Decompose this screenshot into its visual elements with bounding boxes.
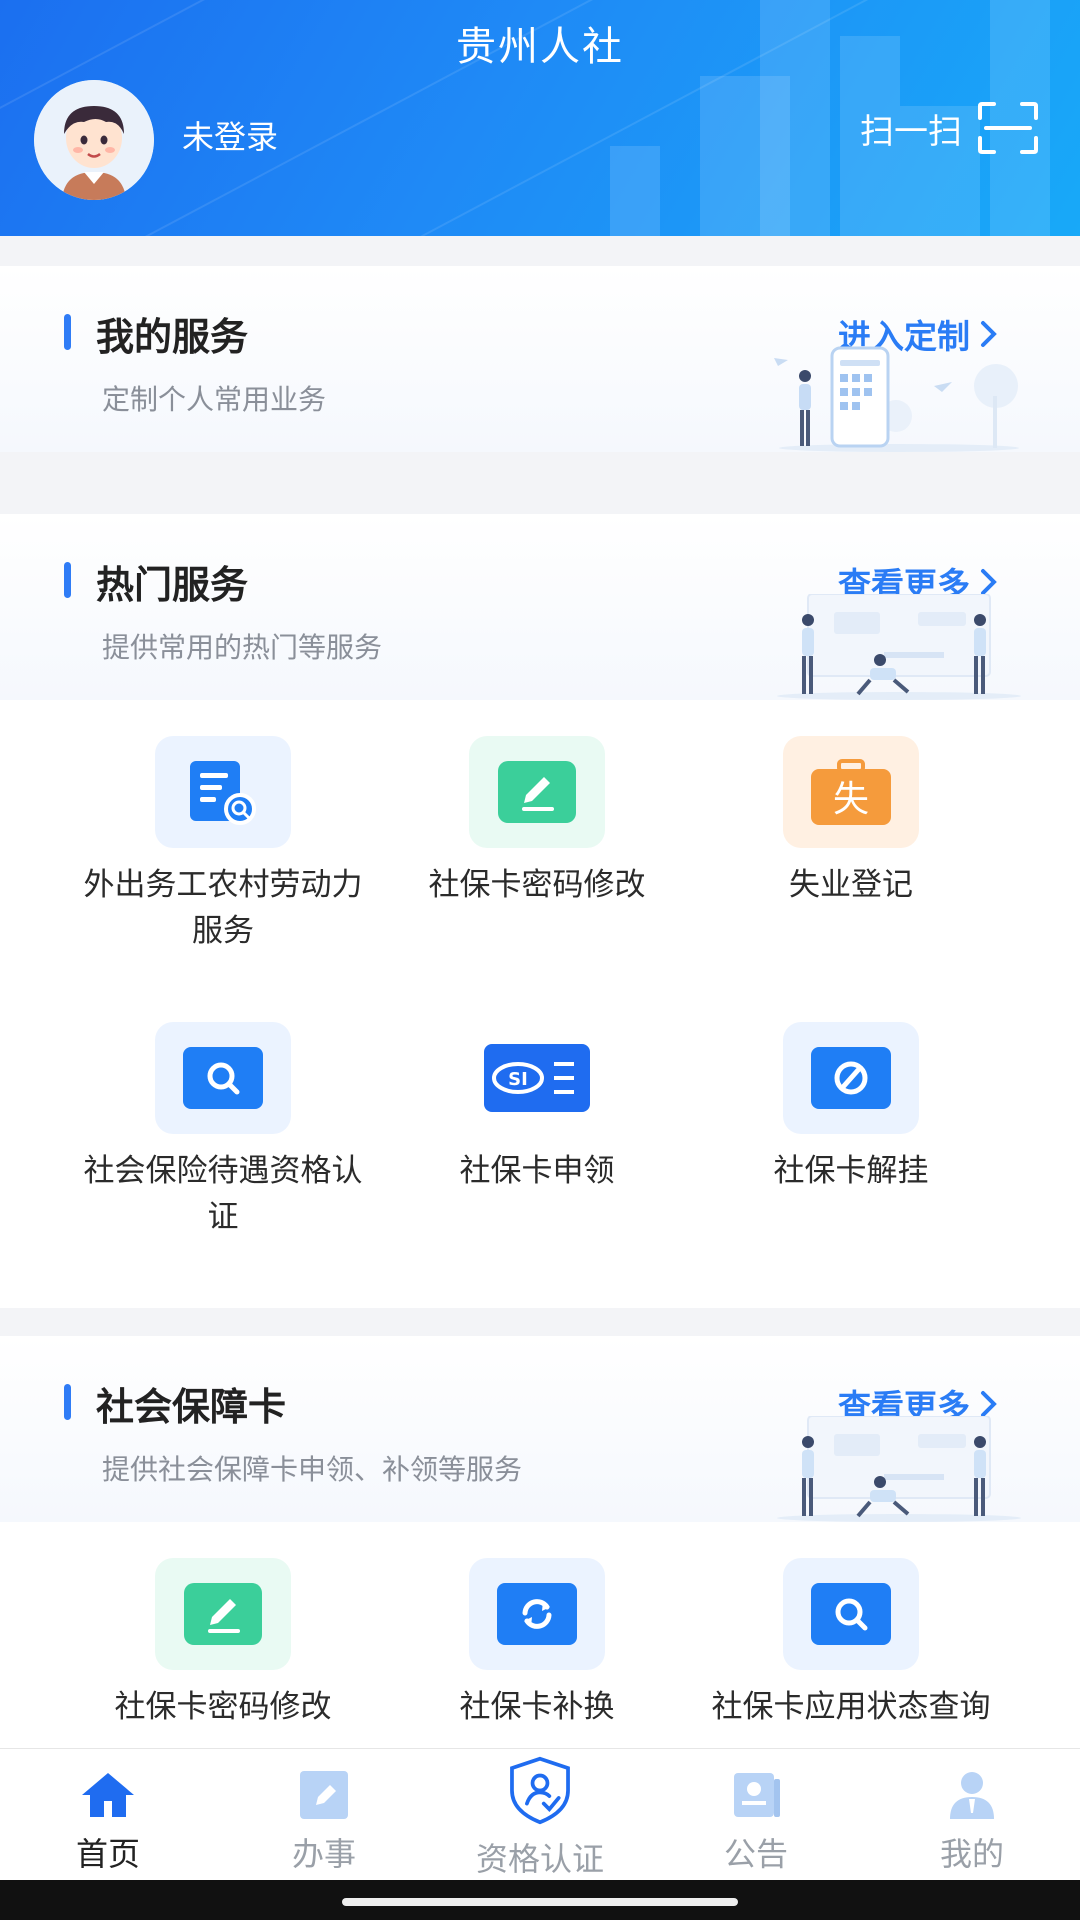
service-card-status[interactable]: 社保卡应用状态查询 [694,1558,1008,1730]
app-header: 贵州人社 未登录 扫一扫 [0,0,1080,236]
nav-tasks[interactable]: 办事 [216,1749,432,1880]
hot-services-section: 热门服务 提供常用的热门等服务 查看更多 [0,514,1080,700]
nav-label: 公告 [723,1835,788,1873]
notice-icon [734,1773,780,1817]
nav-label: 资格认证 [475,1840,604,1878]
section-subtitle: 提供社会保障卡申领、补领等服务 [102,1453,523,1486]
scan-icon [978,102,1038,154]
nav-label: 首页 [75,1835,140,1873]
service-label: 社保卡应用状态查询 [711,1689,991,1725]
meeting-illustration-icon [777,594,1021,700]
service-outbound-labor[interactable]: 外出务工农村劳动力服务 [66,736,380,954]
nav-qualification[interactable]: 资格认证 [432,1749,648,1880]
nav-label: 办事 [291,1835,356,1873]
briefcase-icon: 失 [811,759,891,825]
service-label: 社保卡密码修改 [114,1689,332,1725]
edit-pad-icon [300,1771,348,1819]
social-card-icon: SI [484,1044,590,1112]
section-marker [64,1384,71,1420]
tile [469,1558,605,1670]
my-services-section: 我的服务 定制个人常用业务 进入定制 [0,266,1080,452]
section-subtitle: 提供常用的热门等服务 [102,631,383,664]
service-unemployment[interactable]: 失 失业登记 [694,736,1008,908]
tile [783,1558,919,1670]
nav-label: 我的 [939,1835,1004,1873]
user-icon [950,1772,994,1819]
nav-home[interactable]: 首页 [0,1749,216,1880]
service-label: 社保卡解挂 [773,1153,929,1189]
service-card-password[interactable]: 社保卡密码修改 [66,1558,380,1730]
tile: 失 [783,736,919,848]
svg-text:SI: SI [508,1069,528,1090]
nav-notices[interactable]: 公告 [648,1749,864,1880]
tile [783,1022,919,1134]
chevron-right-icon [981,321,997,347]
home-indicator[interactable] [342,1898,738,1906]
service-qualification-auth[interactable]: 社会保险待遇资格认证 [66,1022,380,1240]
social-card-section: 社会保障卡 提供社会保障卡申领、补领等服务 查看更多 [0,1336,1080,1522]
refresh-icon [497,1583,577,1645]
chevron-right-icon [981,1391,997,1417]
tile [469,736,605,848]
service-card-apply[interactable]: SI 社保卡申领 [380,1022,694,1194]
edit-icon [184,1583,262,1645]
phone-illustration-icon [774,346,1019,452]
svg-text:失: 失 [833,779,869,820]
section-subtitle: 定制个人常用业务 [102,383,327,416]
nav-mine[interactable]: 我的 [864,1749,1080,1880]
chevron-right-icon [981,569,997,595]
document-search-icon [190,761,256,825]
bottom-nav: 首页 办事 资格认证 公告 我的 [0,1748,1080,1880]
scan-label: 扫一扫 [860,111,962,152]
social-card-grid: 社保卡密码修改 社保卡补换 社保卡应用状态查询 [0,1522,1080,1748]
service-label: 社保卡申领 [459,1153,615,1189]
service-label: 社保卡补换 [459,1689,615,1725]
app-title: 贵州人社 [456,24,624,70]
edit-icon [498,761,576,823]
login-status[interactable]: 未登录 [182,112,278,158]
service-card-unblock[interactable]: 社保卡解挂 [694,1022,1008,1194]
section-title: 我的服务 [96,315,249,359]
service-label: 社保卡密码修改 [428,867,646,903]
section-marker [64,562,71,598]
search-icon [811,1583,891,1645]
tile [155,1558,291,1670]
tile [155,1022,291,1134]
service-label: 外出务工农村劳动力服务 [83,867,363,949]
shield-user-icon [510,1756,570,1825]
scan-button[interactable]: 扫一扫 [860,100,1040,156]
user-avatar-icon [34,80,154,200]
meeting-illustration-icon [777,1416,1021,1522]
service-card-replace[interactable]: 社保卡补换 [380,1558,694,1730]
tile [155,736,291,848]
block-icon [811,1047,891,1109]
hot-services-grid: 外出务工农村劳动力服务 社保卡密码修改 失 失业登记 社会保险待遇资格认证 SI… [0,700,1080,1308]
service-label: 失业登记 [789,867,913,903]
search-icon [183,1047,263,1109]
section-title: 社会保障卡 [96,1385,287,1429]
service-card-password[interactable]: 社保卡密码修改 [380,736,694,908]
section-marker [64,314,71,350]
service-label: 社会保险待遇资格认证 [83,1153,363,1235]
tile: SI [469,1022,605,1134]
home-icon [82,1773,134,1817]
avatar[interactable] [34,80,154,200]
section-title: 热门服务 [96,563,249,607]
